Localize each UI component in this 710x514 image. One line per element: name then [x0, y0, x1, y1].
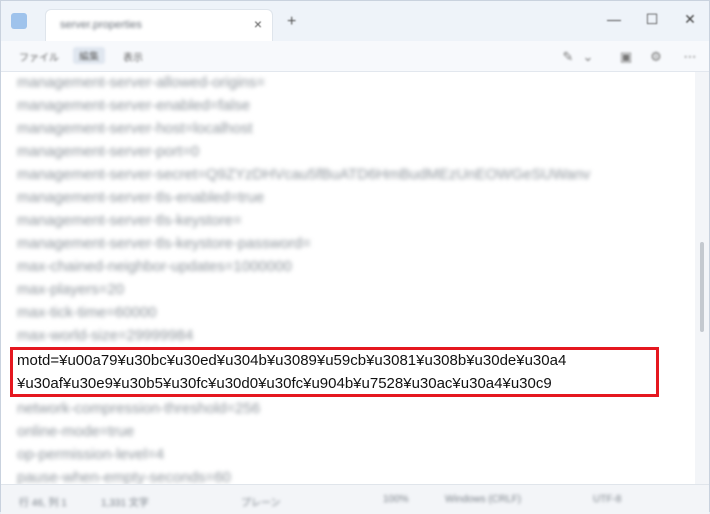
text-line: max-players=20 — [17, 281, 125, 298]
tab-server-properties[interactable]: server.properties × — [45, 9, 273, 41]
scroll-thumb[interactable] — [700, 242, 704, 332]
zoom-level: 100% — [383, 494, 409, 505]
text-line: management-server-secret=Q9ZYzDHVcau5fBu… — [17, 166, 591, 183]
text-format: プレーン — [241, 498, 281, 509]
chevron-down-icon[interactable]: ⌄ — [579, 49, 597, 64]
text-line: management-server-tls-keystore= — [17, 212, 242, 229]
text-line: online-mode=true — [17, 423, 135, 440]
more-icon[interactable]: ⋯ — [681, 49, 699, 64]
cursor-position: 行 46, 列 1 — [19, 498, 67, 509]
encoding: UTF-8 — [593, 494, 622, 505]
title-bar: server.properties × + — ☐ ✕ — [1, 1, 709, 42]
text-line: max-tick-time=60000 — [17, 304, 157, 321]
menu-file[interactable]: ファイル — [19, 49, 59, 64]
gear-icon[interactable]: ⚙ — [647, 49, 665, 64]
text-line: management-server-tls-enabled=true — [17, 189, 265, 206]
minimize-button[interactable]: — — [601, 7, 627, 31]
status-bar: 行 46, 列 1 1,331 文字 プレーン 100% Windows (CR… — [1, 484, 709, 514]
menu-edit[interactable]: 編集 — [73, 47, 105, 64]
text-line: network-compression-threshold=256 — [17, 400, 261, 417]
maximize-button[interactable]: ☐ — [639, 7, 665, 31]
text-line: management-server-port=0 — [17, 143, 200, 160]
text-line: management-server-tls-keystore-password= — [17, 235, 311, 252]
tab-label: server.properties — [60, 19, 142, 31]
save-icon[interactable]: ▣ — [617, 49, 635, 64]
text-line: management-server-host=localhost — [17, 120, 253, 137]
text-line: op-permission-level=4 — [17, 446, 165, 463]
motd-highlight-box — [10, 347, 659, 397]
text-line: pause-when-empty-seconds=60 — [17, 469, 231, 484]
vertical-scrollbar[interactable] — [695, 72, 709, 484]
format-icon[interactable]: ✎ — [559, 49, 577, 64]
text-editor[interactable]: management-server-allowed-origins= manag… — [1, 72, 697, 484]
menu-view[interactable]: 表示 — [123, 49, 143, 64]
text-line: management-server-enabled=false — [17, 97, 251, 114]
close-button[interactable]: ✕ — [677, 7, 703, 31]
char-count: 1,331 文字 — [101, 498, 149, 509]
text-line: max-world-size=29999984 — [17, 327, 194, 344]
close-tab-icon[interactable]: × — [254, 16, 262, 32]
menu-bar: ファイル 編集 表示 ✎ ⌄ ▣ ⚙ ⋯ — [1, 41, 709, 72]
line-ending: Windows (CRLF) — [445, 494, 522, 505]
notepad-window: server.properties × + — ☐ ✕ ファイル 編集 表示 ✎… — [0, 0, 710, 514]
text-line: management-server-allowed-origins= — [17, 74, 266, 91]
new-tab-icon[interactable]: + — [287, 13, 296, 31]
notepad-app-icon — [11, 13, 27, 29]
text-line: max-chained-neighbor-updates=1000000 — [17, 258, 292, 275]
